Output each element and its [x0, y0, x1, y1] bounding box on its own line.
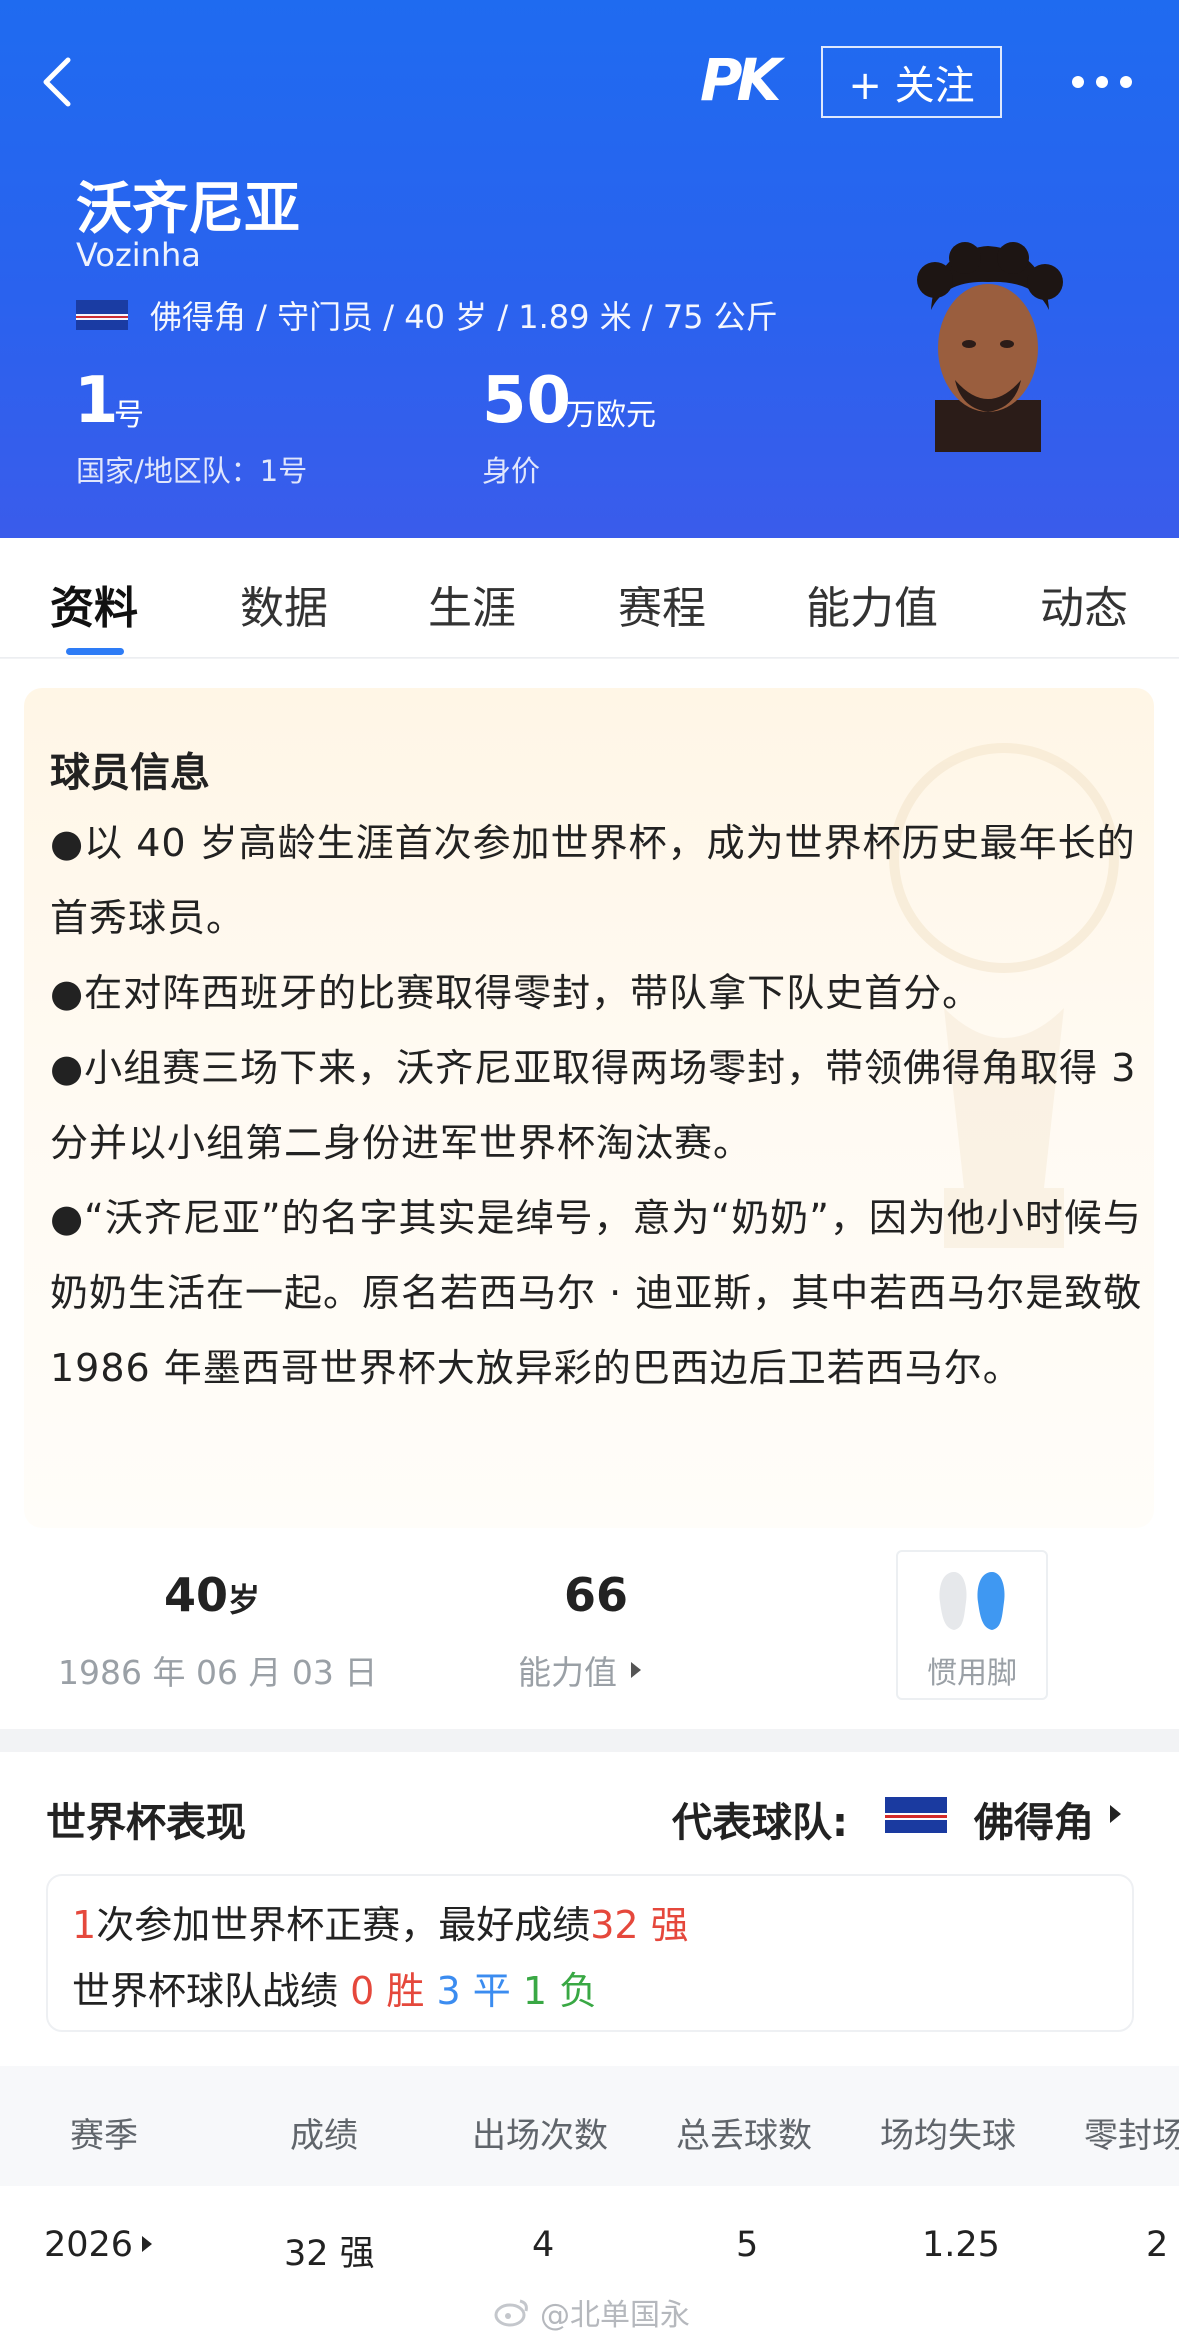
player-info-card: 球员信息 ●以 40 岁高龄生涯首次参加世界杯，成为世界杯历史最年长的首秀球员。…	[24, 688, 1154, 1528]
appearance-count: 1	[72, 1903, 97, 1947]
shirt-number-unit: 号	[114, 398, 144, 433]
column-header: 成绩	[290, 2116, 358, 2156]
birthdate: 1986 年 06 月 03 日	[58, 1653, 378, 1692]
table-cell: 1.25	[922, 2225, 1000, 2265]
appearance-text: 次参加世界杯正赛，最好成绩	[96, 1903, 591, 1947]
tab-bar: 资料 数据 生涯 赛程 能力值 动态	[0, 538, 1179, 658]
column-header: 赛季	[70, 2116, 138, 2156]
market-value-label: 身价	[482, 454, 541, 488]
active-tab-indicator	[66, 648, 124, 655]
watermark-text: @北单国永	[540, 2298, 690, 2333]
team-record-text: 世界杯球队战绩	[72, 1969, 339, 2013]
preferred-foot-label: 惯用脚	[927, 1656, 1017, 1691]
more-options-icon[interactable]	[1072, 76, 1132, 88]
info-bullet: ●小组赛三场下来，沃齐尼亚取得两场零封，带领佛得角取得 3 分并以小组第二身份进…	[50, 1046, 1137, 1165]
age-stat: 40岁	[164, 1568, 260, 1622]
table-cell: 5	[736, 2225, 759, 2265]
best-result: 32 强	[590, 1903, 689, 1947]
column-header: 零封场	[1084, 2116, 1179, 2156]
age-value: 40	[164, 1568, 229, 1622]
info-bullet: ●在对阵西班牙的比赛取得零封，带队拿下队史首分。	[50, 971, 982, 1015]
player-portrait	[917, 242, 1063, 452]
team-label: 代表球队:	[672, 1800, 848, 1846]
age-suffix: 岁	[228, 1581, 261, 1619]
market-value: 50	[482, 364, 572, 438]
cape-verde-flag-icon	[76, 300, 128, 330]
player-info-bullets: ●以 40 岁高龄生涯首次参加世界杯，成为世界杯历史最年长的首秀球员。 ●在对阵…	[50, 806, 1154, 1406]
world-cup-title: 世界杯表现	[46, 1800, 246, 1846]
player-header: PK + 关注 沃齐尼亚 Vozinha 佛得角 / 守门员 / 40 岁 / …	[0, 0, 1179, 538]
watermark: @北单国永	[494, 2290, 690, 2334]
table-cell: 2	[1146, 2225, 1169, 2265]
tab-profile[interactable]: 资料	[50, 572, 138, 636]
player-name: 沃齐尼亚	[76, 177, 300, 242]
column-header: 场均失球	[880, 2116, 1016, 2156]
appearances-line: 1次参加世界杯正赛，最好成绩32 强	[72, 1894, 689, 1949]
chevron-right-icon	[142, 2236, 152, 2252]
tab-ability[interactable]: 能力值	[806, 572, 938, 636]
market-value-unit: 万欧元	[566, 398, 656, 433]
player-meta-text: 佛得角 / 守门员 / 40 岁 / 1.89 米 / 75 公斤	[150, 298, 778, 336]
app-logo: PK	[700, 46, 781, 114]
tab-stats[interactable]: 数据	[240, 572, 328, 636]
column-header: 总丢球数	[676, 2116, 812, 2156]
team-flag-icon	[885, 1797, 947, 1833]
tab-schedule[interactable]: 赛程	[618, 572, 706, 636]
ability-value: 66	[564, 1568, 629, 1622]
national-team-number: 国家/地区队：1号	[76, 454, 308, 488]
chevron-right-icon	[631, 1662, 641, 1678]
table-cell: 32 强	[284, 2234, 375, 2274]
losses: 1 负	[522, 1969, 598, 2013]
world-cup-summary: 1次参加世界杯正赛，最好成绩32 强 世界杯球队战绩 0 胜 3 平 1 负	[46, 1874, 1134, 2032]
ability-link[interactable]: 能力值	[518, 1646, 641, 1694]
table-cell: 4	[532, 2225, 555, 2265]
info-bullet: ●“沃齐尼亚”的名字其实是绰号，意为“奶奶”，因为他小时候与奶奶生活在一起。原名…	[50, 1196, 1143, 1390]
feet-icon	[939, 1572, 1005, 1630]
preferred-foot-box: 惯用脚	[896, 1550, 1048, 1700]
shirt-number: 1	[74, 364, 119, 438]
follow-button[interactable]: + 关注	[821, 46, 1002, 118]
player-meta: 佛得角 / 守门员 / 40 岁 / 1.89 米 / 75 公斤	[76, 292, 778, 338]
team-record-line: 世界杯球队战绩 0 胜 3 平 1 负	[72, 1960, 597, 2015]
season-link[interactable]: 2026	[44, 2225, 133, 2265]
player-english-name: Vozinha	[76, 236, 201, 274]
info-bullet: ●以 40 岁高龄生涯首次参加世界杯，成为世界杯历史最年长的首秀球员。	[50, 821, 1136, 940]
draws: 3 平	[436, 1969, 511, 2013]
player-info-title: 球员信息	[50, 750, 210, 796]
tab-career[interactable]: 生涯	[428, 572, 516, 636]
back-arrow-icon[interactable]	[38, 56, 78, 108]
ability-label: 能力值	[518, 1653, 617, 1692]
weibo-icon	[494, 2299, 528, 2327]
team-name-link[interactable]: 佛得角	[974, 1790, 1094, 1848]
tab-news[interactable]: 动态	[1040, 572, 1128, 636]
column-header: 出场次数	[472, 2116, 608, 2156]
wins: 0 胜	[350, 1969, 425, 2013]
chevron-right-icon	[1110, 1805, 1121, 1823]
